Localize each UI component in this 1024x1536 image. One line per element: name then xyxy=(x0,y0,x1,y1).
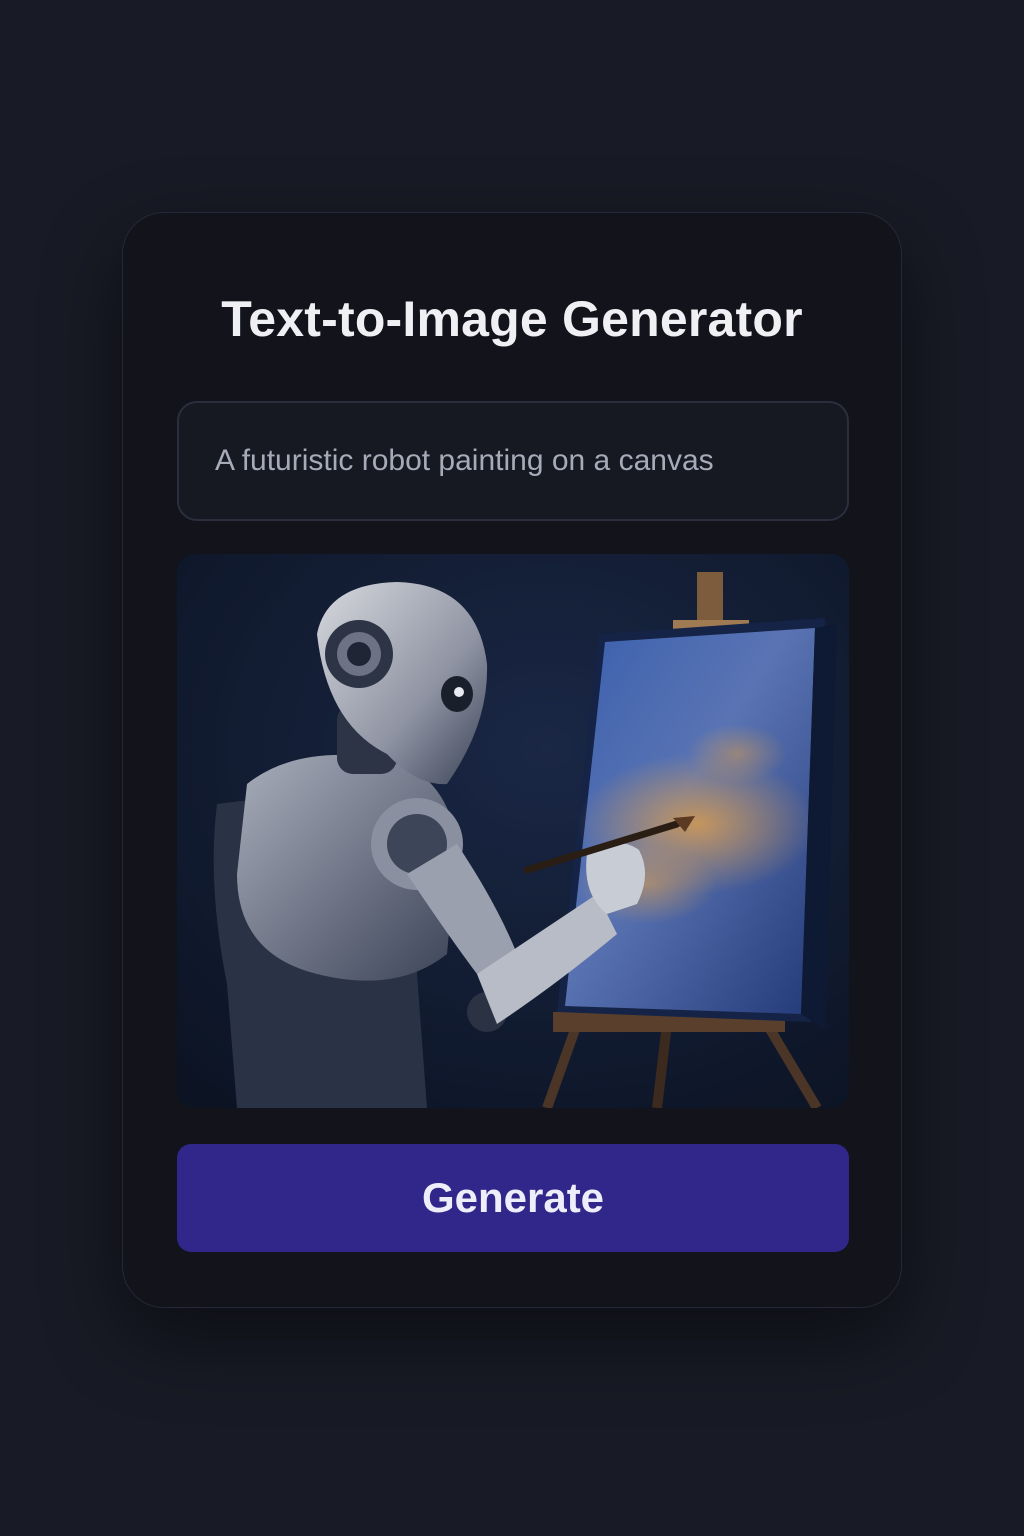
prompt-input[interactable] xyxy=(215,444,811,478)
generated-image xyxy=(177,554,849,1108)
page-title: Text-to-Image Generator xyxy=(221,291,803,347)
robot-painting-illustration xyxy=(177,554,849,1108)
prompt-field[interactable] xyxy=(177,401,849,521)
generate-button[interactable]: Generate xyxy=(177,1144,849,1252)
generator-card: Text-to-Image Generator A futuristic rob… xyxy=(122,212,902,1308)
